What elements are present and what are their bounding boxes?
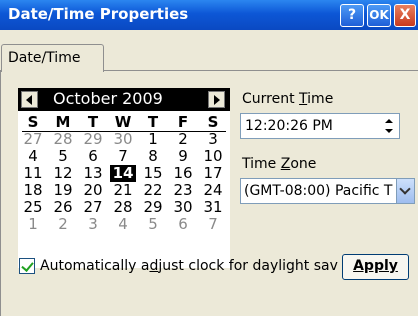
calendar-day[interactable]: 31 <box>200 199 226 216</box>
calendar-day[interactable]: 16 <box>170 165 196 182</box>
month-year-label[interactable]: October 2009 <box>53 89 163 108</box>
weekday-label: S <box>207 113 219 131</box>
calendar-day[interactable]: 1 <box>20 216 46 233</box>
calendar-day[interactable]: 9 <box>170 148 196 165</box>
calendar-day[interactable]: 4 <box>20 148 46 165</box>
calendar-day[interactable]: 29 <box>140 199 166 216</box>
time-zone-label: Time Zone <box>242 156 317 172</box>
calendar-day[interactable]: 6 <box>170 216 196 233</box>
calendar-day[interactable]: 30 <box>170 199 196 216</box>
calendar-day[interactable]: 20 <box>80 182 106 199</box>
calendar-day[interactable]: 5 <box>50 148 76 165</box>
calendar-day[interactable]: 18 <box>20 182 46 199</box>
close-button[interactable]: X <box>394 4 416 27</box>
calendar-day[interactable]: 4 <box>110 216 136 233</box>
weekday-label: S <box>27 113 39 131</box>
tab-label: Date/Time <box>8 50 81 66</box>
calendar-day[interactable]: 5 <box>140 216 166 233</box>
calendar-day[interactable]: 3 <box>80 216 106 233</box>
spin-up-icon[interactable] <box>381 116 397 126</box>
calendar-day[interactable]: 7 <box>110 148 136 165</box>
calendar-day-selected[interactable]: 14 <box>110 165 136 182</box>
calendar-day[interactable]: 19 <box>50 182 76 199</box>
calendar-day[interactable]: 11 <box>20 165 46 182</box>
spin-down-icon[interactable] <box>381 127 397 137</box>
calendar-day[interactable]: 28 <box>50 131 76 148</box>
calendar-day[interactable]: 24 <box>200 182 226 199</box>
time-zone-dropdown[interactable]: (GMT-08:00) Pacific T <box>240 178 415 204</box>
next-month-arrow-icon[interactable] <box>208 91 225 108</box>
calendar-day[interactable]: 17 <box>200 165 226 182</box>
apply-label: Apply <box>353 258 398 274</box>
calendar-week-row: 27 28 29 30 1 2 3 <box>18 131 230 148</box>
calendar-grid: S M T W T F S 27 28 29 30 1 2 3 4 5 6 7 8 9 10 11 12 13 14 15 16 17… <box>18 114 230 233</box>
calendar-day[interactable]: 3 <box>200 131 226 148</box>
daylight-savings-label[interactable]: Automatically adjust clock for daylight … <box>40 258 338 274</box>
weekday-label: T <box>147 113 159 131</box>
calendar-day[interactable]: 2 <box>170 131 196 148</box>
calendar-day[interactable]: 8 <box>140 148 166 165</box>
calendar-day[interactable]: 22 <box>140 182 166 199</box>
calendar-day[interactable]: 15 <box>140 165 166 182</box>
calendar-day[interactable]: 29 <box>80 131 106 148</box>
calendar-day[interactable]: 25 <box>20 199 46 216</box>
time-zone-value: (GMT-08:00) Pacific T <box>244 183 393 199</box>
calendar-header: October 2009 <box>18 88 230 111</box>
calendar-day[interactable]: 10 <box>200 148 226 165</box>
current-time-label: Current Time <box>242 91 334 107</box>
calendar-day[interactable]: 27 <box>80 199 106 216</box>
calendar-day[interactable]: 30 <box>110 131 136 148</box>
calendar-day[interactable]: 28 <box>110 199 136 216</box>
weekday-label: F <box>177 113 189 131</box>
calendar-day[interactable]: 2 <box>50 216 76 233</box>
ok-button[interactable]: OK <box>367 4 391 27</box>
title-bar: Date/Time Properties ? OK X <box>0 0 418 30</box>
time-spinner[interactable] <box>381 116 397 137</box>
date-time-properties-window: Date/Time Properties ? OK X Date/Time Oc… <box>0 0 418 316</box>
calendar-week-row: 11 12 13 14 15 16 17 <box>18 165 230 182</box>
calendar-day[interactable]: 27 <box>20 131 46 148</box>
help-button[interactable]: ? <box>340 4 364 27</box>
calendar-week-row: 18 19 20 21 22 23 24 <box>18 182 230 199</box>
weekday-header-row: SMTWTFS <box>18 114 230 131</box>
chevron-down-icon[interactable] <box>396 179 414 203</box>
calendar-day[interactable]: 13 <box>80 165 106 182</box>
calendar-day[interactable]: 12 <box>50 165 76 182</box>
tab-date-time[interactable]: Date/Time <box>1 44 104 72</box>
calendar-day[interactable]: 23 <box>170 182 196 199</box>
calendar-day[interactable]: 6 <box>80 148 106 165</box>
calendar-day[interactable]: 26 <box>50 199 76 216</box>
apply-button[interactable]: Apply <box>342 254 409 280</box>
current-time-field[interactable]: 12:20:26 PM <box>240 113 400 139</box>
weekday-label: T <box>87 113 99 131</box>
calendar-week-row: 25 26 27 28 29 30 31 <box>18 199 230 216</box>
calendar-day[interactable]: 1 <box>140 131 166 148</box>
current-time-value: 12:20:26 PM <box>245 118 333 134</box>
daylight-savings-checkbox[interactable] <box>19 258 35 274</box>
month-calendar: October 2009 S M T W T F S 27 28 29 30 1 2 3 4 5 6 7 8 9 10 1… <box>18 88 230 268</box>
calendar-week-row: 1234567 <box>18 216 230 233</box>
calendar-day[interactable]: 7 <box>200 216 226 233</box>
window-title: Date/Time Properties <box>8 5 189 23</box>
calendar-week-row: 4 5 6 7 8 9 10 <box>18 148 230 165</box>
weekday-label: M <box>55 113 71 131</box>
weekday-label: W <box>114 113 132 131</box>
previous-month-arrow-icon[interactable] <box>21 91 38 108</box>
calendar-day[interactable]: 21 <box>110 182 136 199</box>
